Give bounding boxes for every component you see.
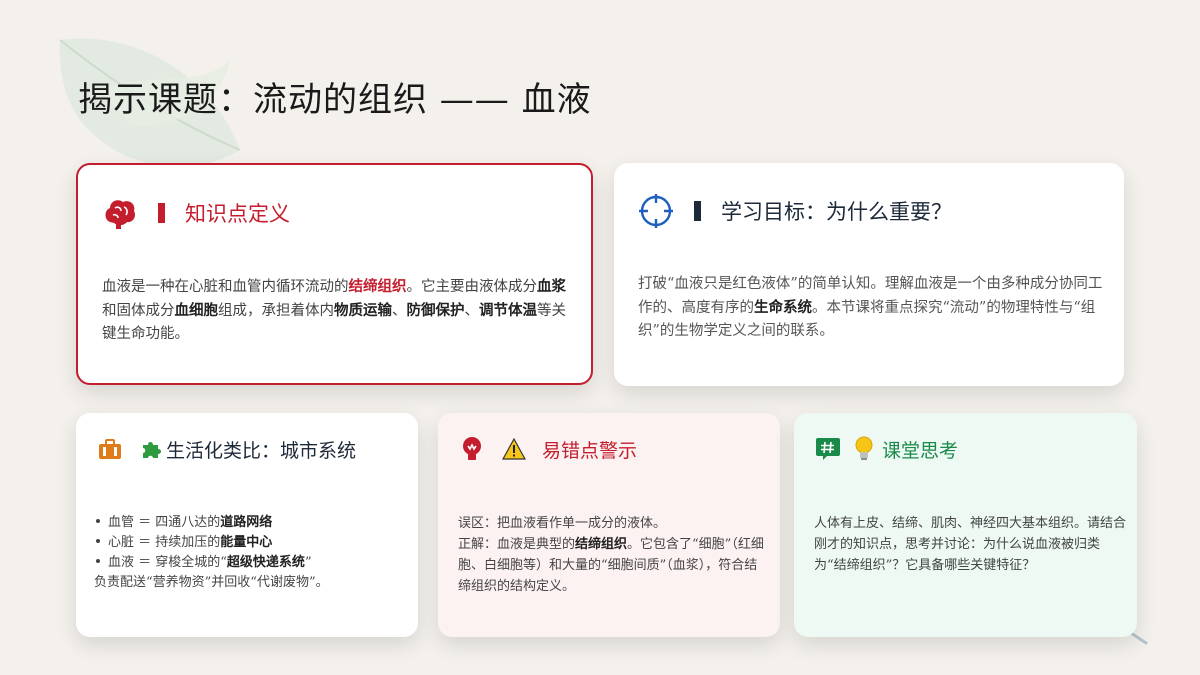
list-item: 血液 ＝ 穿梭全城的“超级快递系统” [94, 553, 404, 573]
lightbulb-icon [850, 435, 878, 463]
briefcase-icon [96, 435, 124, 463]
thinking-title: 课堂思考 [882, 439, 959, 462]
bulb-icon [458, 435, 486, 463]
page-title: 揭示课题：流动的组织 —— 血液 [78, 80, 592, 120]
goal-card: 学习目标：为什么重要？ 打破“血液只是红色液体”的简单认知。理解血液是一个由多种… [614, 163, 1124, 386]
text-run: 。它主要由液体成分 [406, 279, 538, 295]
definition-card: 知识点定义 血液是一种在心脏和血管内循环流动的结缔组织。它主要由液体成分血浆和固… [76, 163, 593, 385]
highlight-term: 结缔组织 [348, 278, 407, 295]
highlight-term: 防御保护 [406, 302, 465, 319]
thinking-text: 人体有上皮、结缔、肌肉、神经四大基本组织。请结合刚才的知识点，思考并讨论：为什么… [814, 516, 1127, 573]
text-run: 和固体成分 [102, 303, 175, 319]
warning-card: 易错点警示 误区：把血液看作单一成分的液体。 正解：血液是典型的结缔组织。它包含… [438, 413, 780, 637]
analogy-list: 血管 ＝ 四通八达的道路网络 心脏 ＝ 持续加压的能量中心 血液 ＝ 穿梭全城的… [94, 513, 404, 593]
highlight-term: 超级快递系统 [226, 555, 305, 570]
highlight-term: 生命系统 [754, 299, 812, 316]
warning-title: 易错点警示 [542, 439, 638, 462]
text-run: 血液是一种在心脏和血管内循环流动的 [102, 279, 349, 295]
misconception-line: 误区：把血液看作单一成分的液体。 [458, 516, 667, 531]
highlight-term: 物质运输 [334, 302, 392, 319]
goal-header: 学习目标：为什么重要？ [636, 191, 952, 231]
highlight-term: 血浆 [537, 278, 566, 295]
text-run: 、 [392, 303, 407, 319]
text-run: 心脏 ＝ 持续加压的 [108, 535, 221, 550]
thinking-header: 课堂思考 [814, 435, 958, 463]
crosshair-icon [636, 191, 676, 231]
analogy-card: 生活化类比：城市系统 血管 ＝ 四通八达的道路网络 心脏 ＝ 持续加压的能量中心… [76, 413, 418, 637]
definition-header: 知识点定义 [100, 193, 290, 233]
brain-icon [100, 193, 140, 233]
goal-title: 学习目标：为什么重要？ [721, 200, 952, 224]
bullet [96, 539, 100, 543]
highlight-term: 结缔组织 [575, 537, 628, 552]
section-marker [694, 201, 701, 221]
thinking-card: 课堂思考 人体有上皮、结缔、肌肉、神经四大基本组织。请结合刚才的知识点，思考并讨… [794, 413, 1137, 637]
text-run: 、 [464, 303, 480, 319]
analogy-header: 生活化类比：城市系统 [96, 435, 356, 463]
puzzle-icon [138, 435, 166, 463]
list-item: 心脏 ＝ 持续加压的能量中心 [94, 533, 404, 553]
list-item: 血管 ＝ 四通八达的道路网络 [94, 513, 404, 533]
text-run: ” [304, 555, 312, 570]
analogy-title: 生活化类比：城市系统 [166, 439, 357, 462]
warning-icon [500, 435, 528, 463]
goal-text: 打破“血液只是红色液体”的简单认知。理解血液是一个由多种成分协同工作的、高度有序… [638, 273, 1108, 343]
highlight-term: 道路网络 [220, 515, 273, 530]
highlight-term: 能量中心 [220, 535, 273, 550]
text-run: 组成，承担着体内 [218, 303, 334, 319]
definition-text: 血液是一种在心脏和血管内循环流动的结缔组织。它主要由液体成分血浆和固体成分血细胞… [102, 275, 572, 346]
warning-text: 误区：把血液看作单一成分的液体。 正解：血液是典型的结缔组织。它包含了“细胞”（… [458, 513, 768, 597]
warning-header: 易错点警示 [458, 435, 637, 463]
hash-icon [814, 435, 842, 463]
text-run: 血管 ＝ 四通八达的 [108, 515, 221, 530]
text-run: 正解：血液是典型的 [458, 537, 576, 552]
highlight-term: 调节体温 [479, 302, 537, 319]
text-run: 血液 ＝ 穿梭全城的“ [108, 555, 227, 570]
correction-line: 正解：血液是典型的结缔组织。它包含了“细胞”（红细胞、白细胞等）和大量的“细胞间… [458, 534, 768, 597]
definition-title: 知识点定义 [185, 202, 290, 226]
analogy-tail: 负责配送“营养物资”并回收“代谢废物”。 [94, 575, 329, 590]
section-marker [158, 203, 165, 223]
bullet [96, 559, 100, 563]
bullet [96, 519, 100, 523]
highlight-term: 血细胞 [174, 302, 219, 319]
